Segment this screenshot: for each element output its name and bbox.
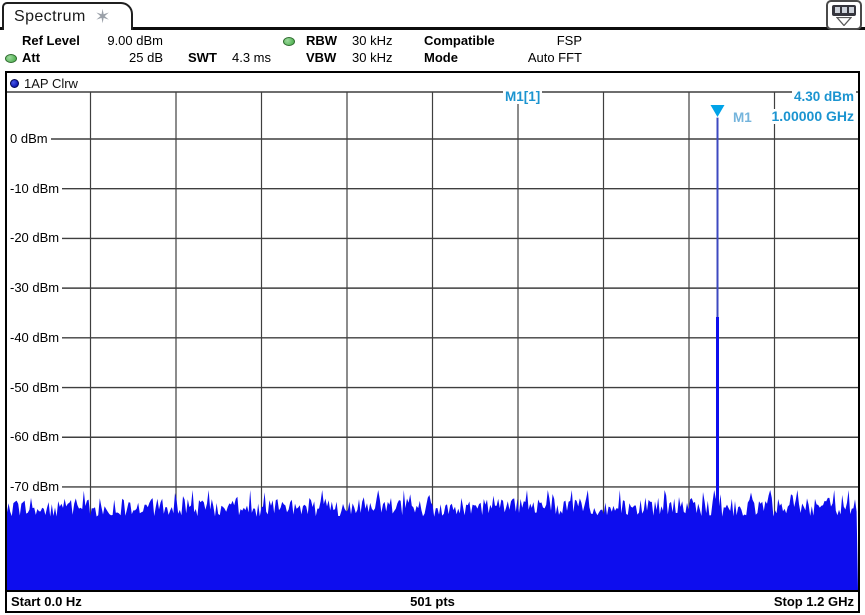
mode-field-value[interactable]: Auto FFT (490, 50, 582, 65)
tab-bar: Spectrum ✶ (0, 0, 865, 30)
y-axis-label: -60 dBm (10, 429, 62, 445)
stop-frequency-label: Stop 1.2 GHz (774, 594, 854, 609)
rbw-field-label[interactable]: RBW (306, 33, 337, 48)
vbw-field-value[interactable]: 30 kHz (352, 50, 392, 65)
compatible-field-label[interactable]: Compatible (424, 33, 495, 48)
y-axis-label: -20 dBm (10, 230, 62, 246)
y-axis-label: -10 dBm (10, 181, 62, 197)
rbw-field-value[interactable]: 30 kHz (352, 33, 392, 48)
marker-id-label: M1 (731, 110, 754, 125)
frequency-axis-footer: Start 0.0 Hz 501 pts Stop 1.2 GHz (7, 590, 858, 611)
measurement-diagram: 1AP Clrw M1[1] 4.30 dBm M1 1.00000 GHz 0… (5, 71, 860, 613)
ref-level-field-label[interactable]: Ref Level (22, 33, 80, 48)
display-toolbar-toggle-button[interactable] (826, 0, 862, 30)
tab-spectrum-label: Spectrum (14, 8, 86, 26)
sweep-points-label: 501 pts (7, 594, 858, 609)
y-axis-label: -70 dBm (10, 479, 62, 495)
plot-area[interactable]: 1AP Clrw M1[1] 4.30 dBm M1 1.00000 GHz 0… (7, 73, 858, 590)
att-status-led (5, 54, 17, 63)
spectrum-analyzer-screen: Spectrum ✶ Ref Level 9.00 dBm RBW 30 kHz… (0, 0, 865, 615)
trace1-label: 1AP Clrw (24, 76, 78, 91)
trace1-legend: 1AP Clrw (10, 75, 78, 91)
tab-spectrum[interactable]: Spectrum ✶ (2, 2, 133, 30)
ref-level-field-value[interactable]: 9.00 dBm (95, 33, 163, 48)
mode-field-label[interactable]: Mode (424, 50, 458, 65)
att-field-label[interactable]: Att (22, 50, 40, 65)
chevron-down-icon (836, 17, 852, 26)
compatible-field-value[interactable]: FSP (490, 33, 582, 48)
marker-readout-title: M1[1] (503, 89, 542, 104)
y-axis-label: -40 dBm (10, 330, 62, 346)
marker-frequency-readout: 1.00000 GHz (770, 109, 857, 124)
y-axis-label: 0 dBm (10, 131, 51, 147)
spectrum-plot-svg (7, 73, 858, 590)
y-axis-label: -30 dBm (10, 280, 62, 296)
att-field-value[interactable]: 25 dB (95, 50, 163, 65)
rbw-status-led (283, 37, 295, 46)
vbw-field-label[interactable]: VBW (306, 50, 336, 65)
trace1-color-dot-icon (10, 79, 19, 88)
marker-level-readout: 4.30 dBm (792, 89, 856, 104)
swt-field-label[interactable]: SWT (188, 50, 217, 65)
settings-header: Ref Level 9.00 dBm RBW 30 kHz Compatible… (0, 30, 865, 71)
toolbar-icon (832, 5, 856, 16)
marker-m1-symbol[interactable] (711, 105, 725, 117)
y-axis-label: -50 dBm (10, 380, 62, 396)
swt-field-value[interactable]: 4.3 ms (232, 50, 271, 65)
favorite-star-icon: ✶ (95, 8, 111, 27)
